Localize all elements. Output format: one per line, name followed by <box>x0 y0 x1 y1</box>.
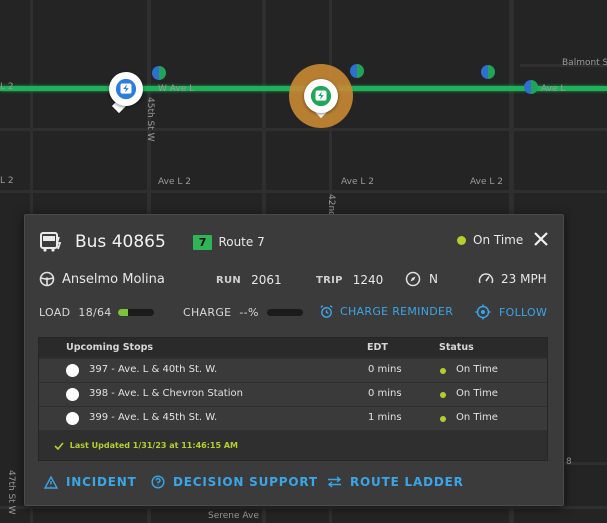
upcoming-stops-table: Upcoming Stops EDT Status 397 - Ave. L &… <box>38 337 548 461</box>
stop-status: On Time <box>456 364 498 375</box>
driver-info: Anselmo Molina <box>39 271 165 287</box>
charge-label: CHARGE <box>183 306 232 319</box>
street-label: 47th St W <box>6 470 16 515</box>
incident-button[interactable]: INCIDENT <box>44 475 137 489</box>
last-updated-text: Last Updated 1/31/23 at 11:46:15 AM <box>69 441 238 450</box>
stop-name: 397 - Ave. L & 40th St. W. <box>89 364 218 375</box>
follow-button[interactable]: FOLLOW <box>475 304 547 320</box>
electric-bus-icon <box>310 85 332 107</box>
stop-edt: 0 mins <box>368 364 402 375</box>
column-header-edt: EDT <box>367 342 388 353</box>
electric-bus-icon <box>39 231 63 253</box>
checkmark-icon <box>54 441 64 450</box>
run-info: RUN 2061 <box>216 273 282 287</box>
steering-wheel-icon <box>39 271 55 287</box>
warning-icon <box>44 475 58 489</box>
electric-bus-marker-selected[interactable] <box>304 79 338 113</box>
road-ave-l2 <box>0 190 607 193</box>
direction-value: N <box>429 272 438 286</box>
electric-bus-icon <box>115 78 137 100</box>
load-label: LOAD <box>39 306 71 319</box>
electric-bus-marker-blue[interactable] <box>109 72 143 106</box>
status-dot <box>440 416 446 422</box>
route-number-badge: 7 <box>192 234 213 250</box>
last-updated: Last Updated 1/31/23 at 11:46:15 AM <box>54 441 238 450</box>
speed-value: 23 MPH <box>501 272 547 286</box>
incident-label: INCIDENT <box>66 475 137 489</box>
street-label: L 2 <box>0 176 14 186</box>
trip-value: 1240 <box>352 273 384 287</box>
status-indicator: On Time <box>457 233 523 247</box>
street-label: W Ave L <box>158 84 195 94</box>
status-dot <box>440 368 446 374</box>
stop-marker[interactable] <box>350 64 364 78</box>
charge-reminder-button[interactable]: CHARGE REMINDER <box>319 304 453 319</box>
status-text: On Time <box>473 233 524 247</box>
swap-arrows-icon <box>327 476 342 488</box>
route-name: Route 7 <box>218 235 265 249</box>
route-ladder-button[interactable]: ROUTE LADDER <box>327 475 464 489</box>
street-label: Ave L 2 <box>341 177 374 187</box>
stop-marker[interactable] <box>524 80 538 94</box>
stop-icon <box>66 388 79 401</box>
column-header-stops: Upcoming Stops <box>66 342 154 353</box>
stop-marker[interactable] <box>481 65 495 79</box>
table-row[interactable]: 398 - Ave. L & Chevron Station 0 mins On… <box>39 382 547 406</box>
close-button[interactable] <box>533 231 549 247</box>
stop-status: On Time <box>456 412 498 423</box>
decision-support-label: DECISION SUPPORT <box>173 475 318 489</box>
panel-header: Bus 40865 7 Route 7 <box>39 231 265 253</box>
trip-info: TRIP 1240 <box>316 273 383 287</box>
street-label: 8 <box>566 457 572 467</box>
compass-icon <box>405 271 421 287</box>
street-label: Ave L 2 <box>158 177 191 187</box>
street-label: Serene Ave <box>208 511 259 521</box>
road-minor-1 <box>0 128 607 131</box>
stop-name: 399 - Ave. L & 45th St. W. <box>89 412 218 423</box>
follow-label: FOLLOW <box>499 305 548 319</box>
route-ladder-label: ROUTE LADDER <box>350 475 464 489</box>
direction-info: N <box>405 271 438 287</box>
road-serene <box>0 506 607 509</box>
stop-name: 398 - Ave. L & Chevron Station <box>89 388 243 399</box>
run-value: 2061 <box>251 273 282 287</box>
street-label: Ave L 2 <box>470 177 503 187</box>
street-label: 45th St W <box>145 97 155 142</box>
stop-status: On Time <box>456 388 498 399</box>
street-label: L 2 <box>0 82 14 92</box>
decision-support-button[interactable]: DECISION SUPPORT <box>151 475 318 489</box>
street-label: Ave L <box>541 84 566 94</box>
bus-title: Bus 40865 <box>75 232 166 252</box>
driver-name: Anselmo Molina <box>62 271 165 287</box>
charge-info: CHARGE --% <box>183 306 303 319</box>
table-row[interactable]: 397 - Ave. L & 40th St. W. 0 mins On Tim… <box>39 358 547 382</box>
status-dot <box>457 235 466 245</box>
bus-detail-panel: Bus 40865 7 Route 7 On Time Anselmo Moli… <box>24 214 564 506</box>
column-header-status: Status <box>439 342 474 353</box>
stop-icon <box>66 412 79 425</box>
speed-info: 23 MPH <box>478 271 547 287</box>
stop-edt: 0 mins <box>368 388 402 399</box>
charge-value: --% <box>239 306 259 319</box>
table-row[interactable]: 399 - Ave. L & 45th St. W. 1 mins On Tim… <box>39 406 547 430</box>
stop-icon <box>66 364 79 377</box>
street-label: Balmont S <box>562 58 607 68</box>
close-icon <box>534 232 548 246</box>
load-info: LOAD 18/64 <box>39 306 154 319</box>
run-label: RUN <box>216 274 242 286</box>
trip-label: TRIP <box>316 274 343 286</box>
crosshair-icon <box>475 304 491 320</box>
stop-marker[interactable] <box>152 66 166 80</box>
charge-reminder-label: CHARGE REMINDER <box>340 305 454 318</box>
speedometer-icon <box>478 273 494 284</box>
charge-bar <box>266 309 303 316</box>
load-value: 18/64 <box>78 306 112 319</box>
load-bar-fill <box>117 309 128 316</box>
alarm-clock-icon <box>320 305 333 318</box>
load-bar <box>117 309 154 316</box>
help-circle-icon <box>151 475 165 489</box>
status-dot <box>440 392 446 398</box>
table-header: Upcoming Stops EDT Status <box>39 338 547 357</box>
stop-edt: 1 mins <box>368 412 402 423</box>
